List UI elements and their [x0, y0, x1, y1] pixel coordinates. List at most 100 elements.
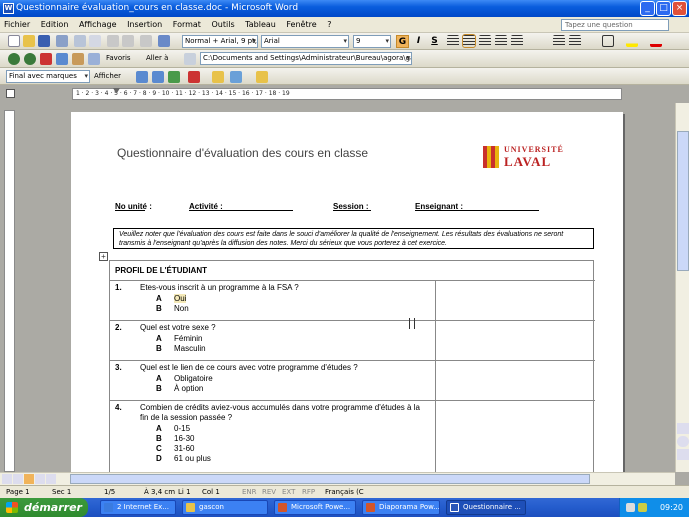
option[interactable]: B À option [156, 384, 203, 393]
network-icon[interactable] [626, 503, 635, 512]
save-icon[interactable] [38, 35, 50, 47]
close-button[interactable]: × [672, 1, 687, 16]
option[interactable]: A Oui [156, 294, 187, 303]
activity-field[interactable]: Activité : [189, 202, 293, 211]
line-spacing-icon[interactable] [511, 35, 523, 47]
option[interactable]: A 0-15 [156, 424, 190, 433]
help-search-input[interactable]: Tapez une question [561, 19, 669, 31]
font-color-icon[interactable] [650, 35, 662, 47]
undo-icon[interactable] [140, 35, 152, 47]
document-page[interactable]: Questionnaire d'évaluation des cours en … [71, 112, 623, 475]
new-doc-icon[interactable] [8, 35, 20, 47]
bold-button[interactable]: G [396, 35, 409, 48]
normal-view-icon[interactable] [2, 474, 12, 484]
highlight-icon[interactable] [626, 35, 638, 47]
start-button[interactable]: démarrer [0, 498, 88, 517]
word-app-icon[interactable]: W [3, 3, 14, 14]
track-changes-icon[interactable] [230, 71, 242, 83]
option[interactable]: B Masculin [156, 344, 206, 353]
taskbar-item[interactable]: Diaporama Pow... [362, 500, 440, 515]
permission-icon[interactable] [56, 35, 68, 47]
maximize-button[interactable]: □ [656, 1, 671, 16]
taskbar-item-active[interactable]: Questionnaire ... [446, 500, 526, 515]
stop-icon[interactable] [40, 53, 52, 65]
menu-fenetre[interactable]: Fenêtre [282, 17, 320, 33]
aller-menu[interactable]: Aller à [146, 51, 168, 66]
menu-format[interactable]: Format [169, 17, 205, 33]
hscroll-thumb[interactable] [70, 474, 590, 484]
status-enr[interactable]: ENR [242, 486, 257, 498]
option[interactable]: D 61 ou plus [156, 454, 211, 463]
next-change-icon[interactable] [152, 71, 164, 83]
option[interactable]: A Féminin [156, 334, 202, 343]
option[interactable]: C 31-60 [156, 444, 194, 453]
reading-view-icon[interactable] [46, 474, 56, 484]
taskbar-item[interactable]: Microsoft Powe... [274, 500, 356, 515]
menu-insertion[interactable]: Insertion [123, 17, 166, 33]
indent-marker-icon[interactable] [113, 88, 120, 100]
print-icon[interactable] [74, 35, 86, 47]
menu-outils[interactable]: Outils [208, 17, 239, 33]
clock[interactable]: 09:20 [660, 503, 683, 512]
justify-icon[interactable] [495, 35, 507, 47]
reject-change-icon[interactable] [188, 71, 200, 83]
previous-change-icon[interactable] [136, 71, 148, 83]
numbering-icon[interactable] [553, 35, 565, 47]
volume-icon[interactable] [638, 503, 647, 512]
session-field[interactable]: Session : [333, 202, 371, 211]
show-only-web-toolbar-icon[interactable] [184, 53, 196, 65]
teacher-field[interactable]: Enseignant : [415, 202, 539, 211]
underline-button[interactable]: S [428, 35, 441, 48]
copy-icon[interactable] [122, 35, 134, 47]
menu-tableau[interactable]: Tableau [241, 17, 280, 33]
question-row[interactable]: 2. Quel est votre sexe ? A Féminin B Mascu… [110, 321, 595, 361]
taskbar-item[interactable]: 2 Internet Ex... [100, 500, 176, 515]
option[interactable]: B 16-30 [156, 434, 194, 443]
align-left-icon[interactable] [447, 35, 459, 47]
display-mode-select[interactable]: Final avec marques [6, 70, 90, 83]
forward-icon[interactable] [24, 53, 36, 65]
show-markup-menu[interactable]: Afficher [94, 69, 121, 84]
font-size-select[interactable]: 9 [353, 35, 391, 48]
home-icon[interactable] [72, 53, 84, 65]
print-preview-icon[interactable] [89, 35, 101, 47]
table-move-handle-icon[interactable]: + [99, 252, 108, 261]
student-profile-table[interactable]: PROFIL DE L'ÉTUDIANT 1. Etes-vous inscri… [109, 260, 595, 475]
previous-page-icon[interactable] [677, 423, 689, 434]
style-select[interactable]: Normal + Arial, 9 pt, [182, 35, 258, 48]
back-icon[interactable] [8, 53, 20, 65]
question-row[interactable]: 3. Quel est le lien de ce cours avec vot… [110, 361, 595, 401]
question-row[interactable]: 4. Combien de crédits aviez-vous accumul… [110, 401, 595, 475]
insert-comment-icon[interactable] [212, 71, 224, 83]
bullets-icon[interactable] [569, 35, 581, 47]
italic-button[interactable]: I [412, 35, 425, 48]
outline-view-icon[interactable] [35, 474, 45, 484]
menu-edition[interactable]: Edition [37, 17, 73, 33]
status-rfp[interactable]: RFP [302, 486, 315, 498]
next-page-icon[interactable] [677, 449, 689, 460]
accept-change-icon[interactable] [168, 71, 180, 83]
align-right-icon[interactable] [479, 35, 491, 47]
question-row[interactable]: 1. Etes-vous inscrit à un programme à la… [110, 281, 595, 321]
horizontal-scrollbar[interactable] [0, 472, 675, 485]
cut-icon[interactable] [107, 35, 119, 47]
print-layout-view-icon[interactable] [24, 474, 34, 484]
option[interactable]: B Non [156, 304, 189, 313]
scroll-thumb[interactable] [677, 131, 689, 271]
status-ext[interactable]: EXT [282, 486, 295, 498]
minimize-button[interactable]: _ [640, 1, 655, 16]
refresh-icon[interactable] [56, 53, 68, 65]
browse-object-icon[interactable] [677, 436, 689, 447]
menu-affichage[interactable]: Affichage [75, 17, 121, 33]
menu-fichier[interactable]: Fichier [0, 17, 34, 33]
horizontal-ruler[interactable]: 1 · 2 · 3 · 4 · 5 · 6 · 7 · 8 · 9 · 10 ·… [0, 85, 689, 103]
address-field[interactable]: C:\Documents and Settings\Administrateur… [200, 52, 412, 65]
vertical-scrollbar[interactable] [675, 103, 689, 472]
tab-selector-icon[interactable] [6, 89, 15, 98]
reviewing-pane-icon[interactable] [256, 71, 268, 83]
font-select[interactable]: Arial [261, 35, 349, 48]
unit-field[interactable]: No unité : [115, 202, 152, 211]
status-rev[interactable]: REV [262, 486, 276, 498]
favoris-menu[interactable]: Favoris [106, 51, 131, 66]
option[interactable]: A Obligatoire [156, 374, 213, 383]
